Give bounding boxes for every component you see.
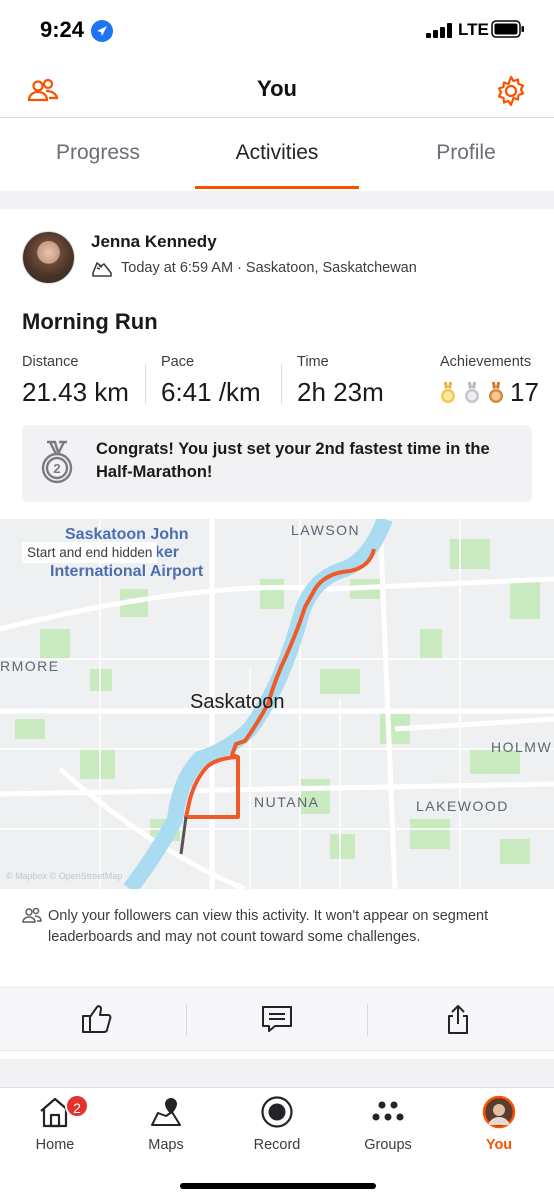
page-title: You — [257, 76, 297, 101]
tab-activities[interactable]: Activities — [215, 141, 339, 165]
privacy-note: Only your followers can view this activi… — [48, 908, 489, 945]
silver-medal-icon — [464, 382, 480, 404]
network-type: LTE — [458, 20, 489, 39]
location-arrow-icon — [91, 20, 113, 42]
settings-gear-icon[interactable] — [494, 74, 528, 108]
tab-profile[interactable]: Profile — [404, 141, 528, 165]
top-header: You — [0, 62, 554, 118]
svg-text:2: 2 — [53, 461, 60, 476]
nav-maps[interactable]: Maps — [111, 1088, 221, 1168]
map-label-lawson: LAWSON — [291, 522, 361, 538]
stat-divider — [145, 364, 146, 404]
time-label: Time — [297, 354, 329, 370]
kudos-thumbs-up-icon[interactable] — [80, 1002, 114, 1036]
activity-meta: Today at 6:59 AM · Saskatoon, Saskatchew… — [121, 260, 417, 276]
nav-home-label: Home — [35, 1137, 75, 1153]
action-divider — [186, 1004, 187, 1036]
map-city-label: Saskatoon — [190, 691, 285, 713]
tab-bar: Progress Activities Profile — [0, 119, 554, 191]
activity-title[interactable]: Morning Run — [22, 309, 158, 335]
stat-divider — [281, 364, 282, 404]
nav-maps-label: Maps — [148, 1137, 184, 1153]
followers-icon — [22, 906, 42, 924]
profile-avatar-icon — [482, 1095, 516, 1129]
section-divider — [0, 1059, 554, 1087]
activity-card[interactable]: Jenna Kennedy Today at 6:59 AM · Saskato… — [0, 209, 554, 1059]
social-action-bar — [0, 987, 554, 1051]
map-label-nutana: NUTANA — [254, 794, 320, 810]
status-bar: 9:24 LTE — [0, 0, 554, 62]
comment-icon[interactable] — [260, 1002, 294, 1036]
route-map[interactable]: Saskatoon John ker International Airport… — [0, 519, 554, 889]
nav-you[interactable]: You — [444, 1088, 554, 1168]
achievement-banner[interactable]: 2 Congrats! You just set your 2nd fastes… — [22, 425, 532, 502]
share-icon[interactable] — [441, 1002, 475, 1036]
battery-icon — [491, 20, 525, 38]
map-attribution[interactable]: © Mapbox © OpenStreetMap — [6, 871, 122, 881]
pace-value: 6:41 /km — [161, 377, 261, 407]
record-icon — [260, 1095, 294, 1129]
achievements-count: 17 — [510, 377, 539, 407]
airport-line-2: International Airport — [50, 563, 204, 580]
athlete-name[interactable]: Jenna Kennedy — [91, 232, 217, 252]
athlete-avatar[interactable] — [22, 231, 75, 284]
nav-record-label: Record — [253, 1137, 301, 1153]
map-label-rmore: RMORE — [0, 658, 60, 674]
achievement-message: Congrats! You just set your 2nd fastest … — [96, 440, 490, 481]
gold-medal-icon — [440, 382, 456, 404]
clock: 9:24 — [40, 17, 85, 42]
time-value: 2h 23m — [297, 377, 384, 407]
section-divider — [0, 191, 554, 209]
map-label-holmw: HOLMW — [491, 739, 553, 755]
nav-you-label: You — [485, 1137, 513, 1153]
bronze-medal-icon — [488, 382, 504, 404]
active-tab-indicator — [195, 186, 359, 189]
distance-label: Distance — [22, 354, 79, 370]
achievements-label: Achievements — [440, 354, 532, 370]
nav-record[interactable]: Record — [222, 1088, 332, 1168]
map-pin-icon — [149, 1095, 183, 1129]
nav-groups-label: Groups — [364, 1137, 412, 1153]
map-label-lakewood: LAKEWOOD — [416, 798, 509, 814]
silver-medal-rank-icon: 2 — [38, 440, 76, 486]
action-divider — [367, 1004, 368, 1036]
home-indicator — [180, 1183, 376, 1189]
run-shoe-icon — [91, 259, 113, 279]
distance-value: 21.43 km — [22, 377, 129, 407]
notification-badge: 2 — [65, 1094, 89, 1118]
bottom-nav: 2 Home Maps Record Groups You — [0, 1087, 554, 1200]
cellular-signal-icon — [426, 23, 454, 38]
nav-groups[interactable]: Groups — [333, 1088, 443, 1168]
groups-dots-icon — [371, 1095, 405, 1129]
nav-home[interactable]: 2 Home — [0, 1088, 110, 1168]
pace-label: Pace — [161, 354, 195, 370]
tab-progress[interactable]: Progress — [36, 141, 160, 165]
start-end-hidden-badge: Start and end hidden — [22, 542, 158, 563]
